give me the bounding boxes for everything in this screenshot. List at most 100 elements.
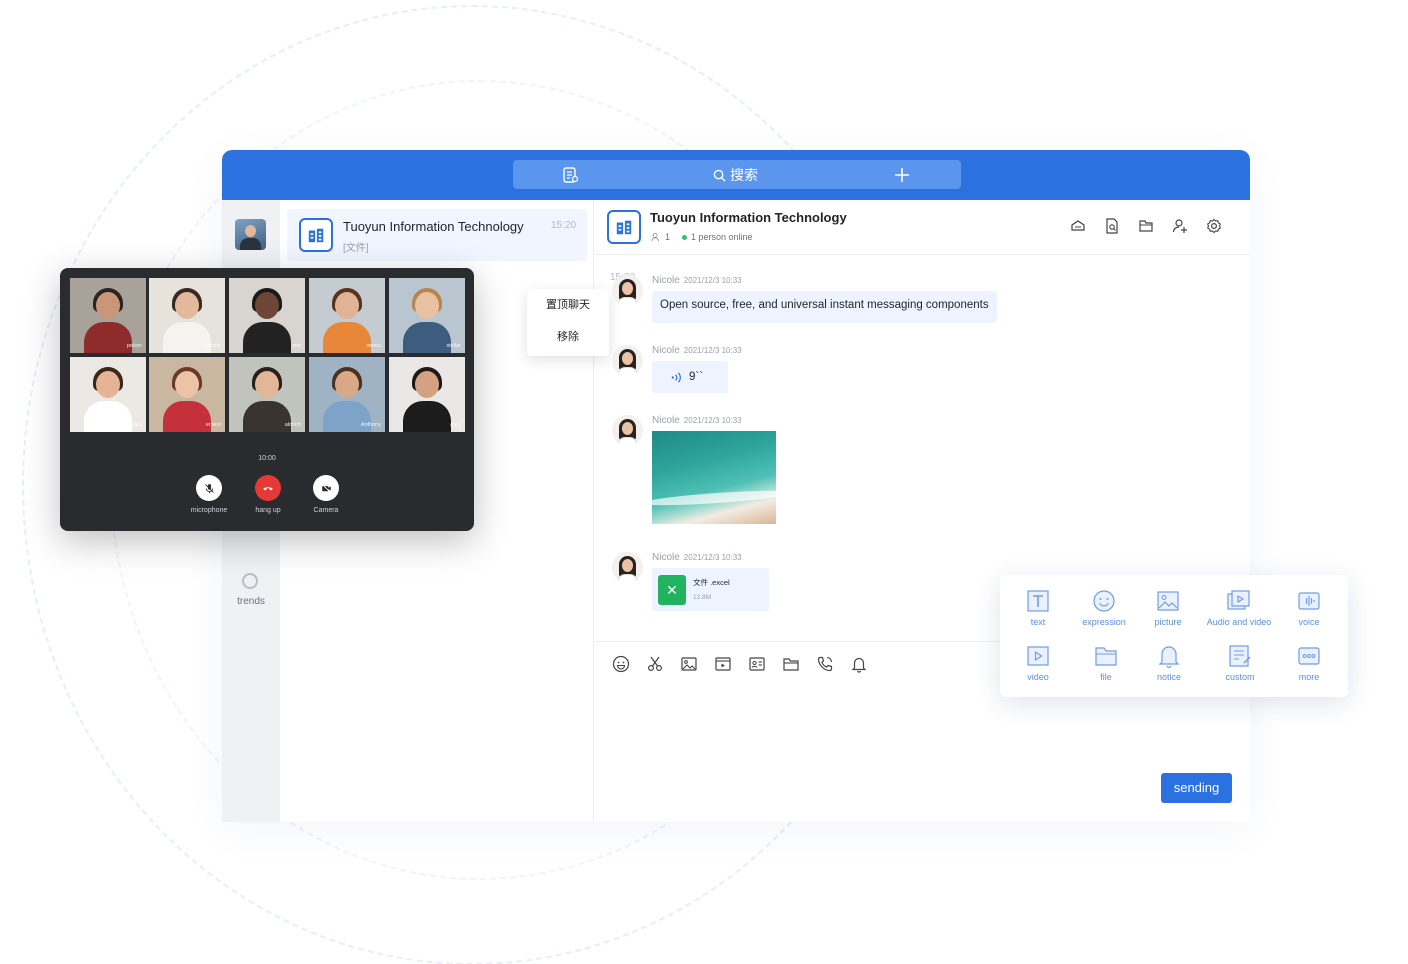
hang-up-label: hang up	[255, 507, 281, 514]
message-type-label: video	[1027, 672, 1049, 682]
message-type-label: text	[1030, 617, 1046, 627]
message-type-more[interactable]: more	[1274, 643, 1344, 682]
file-icon	[1095, 647, 1117, 666]
call-timer: 10:00	[258, 455, 276, 462]
message-time: 2021/12/3 10:33	[683, 346, 742, 355]
participant-tile[interactable]: stellar	[389, 278, 465, 353]
participant-tile[interactable]: gary	[389, 357, 465, 432]
online-text: 1 person online	[691, 232, 753, 242]
folder-icon[interactable]	[782, 655, 800, 673]
file-size: 12.8M	[693, 594, 712, 601]
message-type-label: picture	[1154, 617, 1182, 627]
trends-icon[interactable]	[242, 573, 258, 589]
folder-icon[interactable]	[1138, 218, 1154, 234]
message-type-file[interactable]: file	[1071, 643, 1141, 682]
announcement-icon[interactable]	[1070, 218, 1086, 234]
sender-avatar[interactable]	[612, 552, 643, 583]
search-file-icon[interactable]	[1104, 218, 1120, 234]
text-bubble[interactable]: Open source, free, and universal instant…	[652, 291, 997, 323]
participant-tile[interactable]: aldrich	[229, 357, 305, 432]
company-logo-icon	[299, 218, 333, 252]
search-icon	[713, 169, 726, 182]
participant-name: danika	[125, 422, 142, 428]
message-time: 2021/12/3 10:33	[683, 276, 742, 285]
message-type-custom[interactable]: custom	[1205, 643, 1275, 682]
conversation-preview: [文件]	[343, 243, 369, 254]
members-icon	[651, 232, 659, 242]
participant-name: venus	[366, 343, 381, 349]
add-member-icon[interactable]	[1172, 218, 1188, 234]
camera-icon	[313, 475, 339, 501]
participant-name: aldrich	[284, 422, 301, 428]
message-type-notice[interactable]: notice	[1134, 643, 1204, 682]
message-time: 2021/12/3 10:33	[683, 553, 742, 562]
emoji-icon[interactable]	[612, 655, 630, 673]
message-type-audio-video[interactable]: Audio and video	[1204, 588, 1274, 627]
contacts-icon[interactable]	[561, 166, 579, 184]
voice-duration: 9``	[689, 371, 704, 383]
phone-icon[interactable]	[816, 655, 834, 673]
participant-name: ernest	[205, 422, 221, 428]
chat-panel: Tuoyun Information Technology 1 1 person…	[595, 200, 1250, 822]
sender-avatar[interactable]	[612, 345, 643, 376]
message-types-panel: text expression picture Audio and video …	[1000, 575, 1348, 697]
message-type-picture[interactable]: picture	[1133, 588, 1203, 627]
message-type-label: Audio and video	[1206, 617, 1272, 627]
participant-name: Anthony	[360, 422, 381, 428]
voice-bubble[interactable]: 9``	[652, 361, 728, 393]
hang-up-icon	[255, 475, 281, 501]
picture-icon	[1157, 591, 1179, 611]
top-bar: 搜索	[222, 150, 1250, 200]
bell-icon[interactable]	[850, 655, 868, 673]
settings-icon[interactable]	[1206, 218, 1222, 234]
user-avatar[interactable]	[235, 219, 266, 250]
participant-tile[interactable]: peiton	[70, 278, 146, 353]
beach-photo[interactable]	[652, 431, 776, 524]
participant-tile[interactable]: venus	[309, 278, 385, 353]
message-type-text[interactable]: text	[1003, 588, 1073, 627]
custom-icon	[1229, 645, 1251, 667]
message-type-video[interactable]: video	[1003, 643, 1073, 682]
top-bar-pill: 搜索	[513, 160, 961, 189]
participant-tile[interactable]: Anthony	[309, 357, 385, 432]
participant-tile[interactable]: Nicole	[149, 278, 225, 353]
plus-icon[interactable]	[893, 166, 911, 184]
camera-button[interactable]: Camera	[302, 475, 350, 514]
notice-icon	[1158, 646, 1180, 668]
participant-tile[interactable]: ernest	[149, 357, 225, 432]
message-header: Nicole 2021/12/3 10:33	[652, 275, 742, 286]
message-type-voice[interactable]: voice	[1274, 588, 1344, 627]
scissors-icon[interactable]	[646, 655, 664, 673]
conversation-title: Tuoyun Information Technology	[343, 219, 524, 234]
conversation-time: 15:20	[551, 220, 577, 231]
message-type-expression[interactable]: expression	[1069, 588, 1139, 627]
image-icon[interactable]	[680, 655, 698, 673]
sender-name: Nicole	[652, 275, 680, 286]
message-type-label: expression	[1082, 617, 1126, 627]
hang-up-button[interactable]: hang up	[244, 475, 292, 514]
member-count: 1	[665, 232, 671, 242]
message-time: 2021/12/3 10:33	[683, 416, 742, 425]
search-box[interactable]: 搜索	[713, 166, 758, 184]
participant-name: peiton	[127, 343, 142, 349]
send-button[interactable]: sending	[1161, 773, 1232, 803]
video-icon[interactable]	[714, 655, 732, 673]
more-icon	[1298, 647, 1320, 665]
sender-avatar[interactable]	[612, 415, 643, 446]
chat-meta: 1 1 person online	[651, 232, 753, 242]
trends-label[interactable]: trends	[222, 596, 280, 607]
chat-title: Tuoyun Information Technology	[650, 210, 847, 225]
sender-name: Nicole	[652, 552, 680, 563]
message-header: Nicole 2021/12/3 10:33	[652, 345, 742, 356]
message-type-label: file	[1100, 672, 1112, 682]
sender-avatar[interactable]	[612, 275, 643, 306]
online-dot	[682, 234, 688, 240]
card-icon[interactable]	[748, 655, 766, 673]
participant-tile[interactable]: danika	[70, 357, 146, 432]
conversation-item[interactable]: Tuoyun Information Technology [文件] 15:20	[287, 209, 587, 261]
microphone-button[interactable]: microphone	[185, 475, 233, 514]
participant-name: Nicole	[205, 343, 221, 349]
file-card[interactable]: ✕ 文件 .excel 12.8M	[652, 568, 769, 611]
participant-tile[interactable]: zoe	[229, 278, 305, 353]
message-type-label: more	[1298, 672, 1320, 682]
